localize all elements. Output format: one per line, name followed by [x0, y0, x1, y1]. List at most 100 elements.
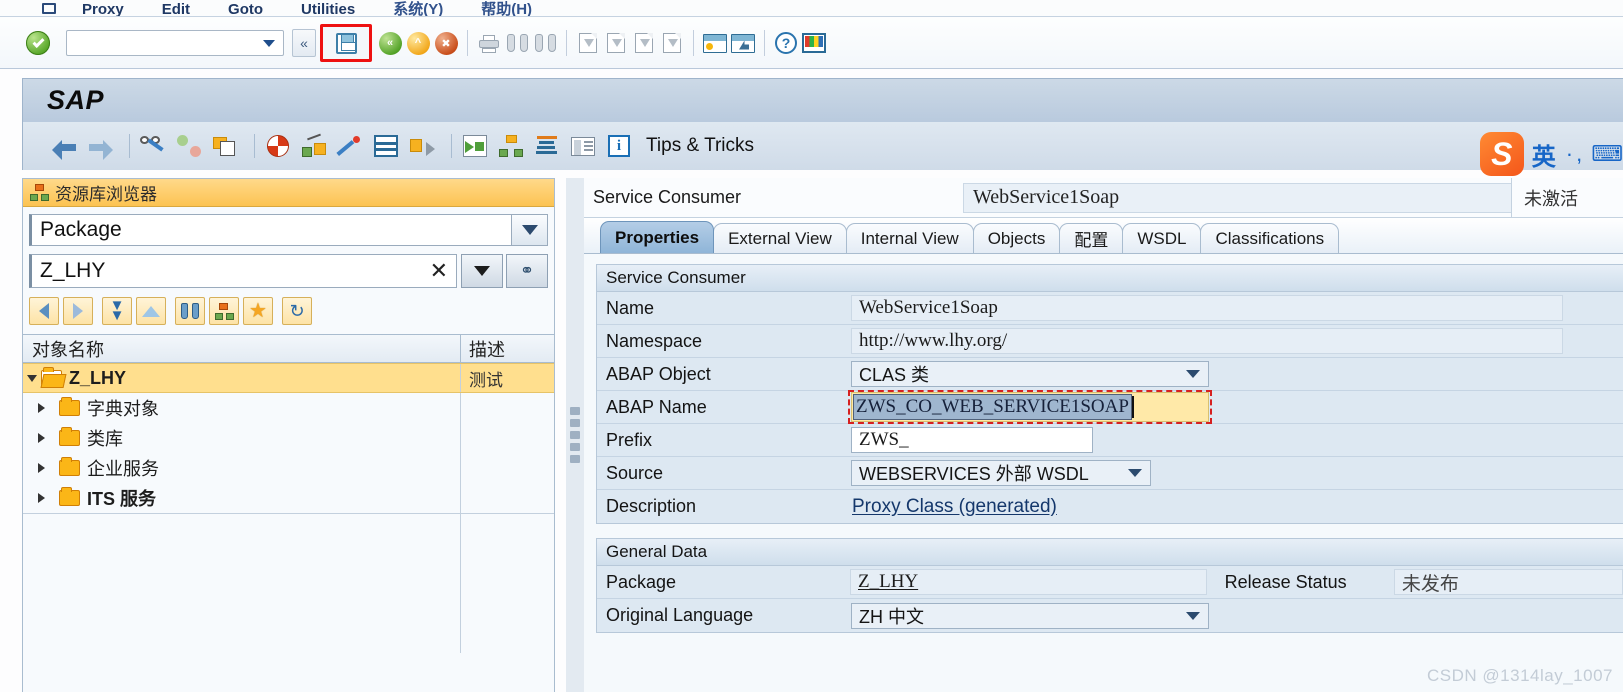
save-floppy-icon[interactable]	[335, 32, 357, 54]
tree-expander-icon[interactable]	[23, 463, 59, 473]
tree-node-class-library[interactable]: 类库	[23, 423, 460, 453]
tab-wsdl[interactable]: WSDL	[1122, 223, 1202, 253]
chevron-down-icon[interactable]	[263, 39, 275, 47]
window-menu-icon[interactable]	[42, 3, 56, 14]
tab-objects[interactable]: Objects	[972, 223, 1061, 253]
package-field[interactable]: Z_LHY	[850, 569, 1207, 595]
collapse-all-button[interactable]	[136, 297, 166, 325]
last-page-button[interactable]	[659, 30, 685, 56]
table-row[interactable]: 字典对象	[23, 393, 554, 423]
tree-node-dictionary-objects[interactable]: 字典对象	[23, 393, 460, 423]
ime-punctuation-toggle[interactable]: ·,	[1566, 141, 1585, 167]
find-in-tree-button[interactable]	[175, 297, 205, 325]
description-field[interactable]: Proxy Class (generated)	[851, 496, 1563, 518]
tree-node-z-lhy[interactable]: Z_LHY	[23, 364, 460, 392]
list-view-button[interactable]	[568, 131, 598, 161]
menu-item-proxy[interactable]: Proxy	[82, 2, 124, 17]
previous-page-button[interactable]	[603, 30, 629, 56]
where-used-button[interactable]	[299, 131, 329, 161]
general-data-group: General Data Package Z_LHY Release Statu…	[596, 538, 1623, 633]
first-page-icon	[579, 33, 597, 53]
object-type-value[interactable]: Package	[29, 214, 512, 246]
abap-name-input[interactable]: ZWS_CO_WEB_SERVICE1SOAP	[848, 390, 1212, 424]
tips-and-tricks-label[interactable]: Tips & Tricks	[646, 135, 754, 157]
insert-object-button[interactable]	[460, 131, 490, 161]
service-consumer-header: Service Consumer WebService1Soap 未激活	[584, 178, 1623, 218]
back-button[interactable]: «	[377, 30, 403, 56]
sort-stack-button[interactable]	[532, 131, 562, 161]
exit-button[interactable]: ^	[405, 30, 431, 56]
original-language-value: ZH 中文	[859, 606, 924, 627]
package-search-help-button[interactable]: ⚭	[506, 254, 548, 288]
find-button[interactable]	[504, 30, 530, 56]
create-session-button[interactable]	[702, 30, 728, 56]
nav-forward-button[interactable]	[63, 297, 93, 325]
layout-button[interactable]	[801, 30, 827, 56]
cancel-button[interactable]: ✖	[433, 30, 459, 56]
tab-internal-view[interactable]: Internal View	[845, 223, 974, 253]
forward-arrow-button[interactable]	[85, 131, 115, 161]
expand-all-button[interactable]: ▼ ▼	[102, 297, 132, 325]
panel-splitter[interactable]	[566, 178, 584, 692]
sogou-logo-icon[interactable]: S	[1479, 132, 1524, 176]
tab-classifications[interactable]: Classifications	[1200, 223, 1340, 253]
copy-object-button[interactable]	[210, 131, 240, 161]
table-row[interactable]: 企业服务	[23, 453, 554, 483]
abap-object-select[interactable]: CLAS 类	[851, 361, 1209, 387]
table-row[interactable]: 类库	[23, 423, 554, 453]
tips-and-tricks-button[interactable]: i	[604, 131, 634, 161]
find-next-button[interactable]	[532, 30, 558, 56]
menu-item-utilities[interactable]: Utilities	[301, 2, 355, 17]
tab-configuration[interactable]: 配置	[1059, 223, 1124, 253]
other-object-button[interactable]	[174, 131, 204, 161]
create-shortcut-button[interactable]	[730, 30, 756, 56]
original-language-select[interactable]: ZH 中文	[851, 602, 1209, 629]
menu-item-goto[interactable]: Goto	[228, 2, 263, 17]
source-select[interactable]: WEBSERVICES 外部 WSDL	[851, 460, 1151, 486]
package-history-dropdown-button[interactable]	[461, 254, 503, 288]
object-hierarchy-button[interactable]	[496, 131, 526, 161]
tree-expander-icon[interactable]	[23, 403, 59, 413]
table-row[interactable]: ITS 服务	[23, 483, 554, 513]
print-button[interactable]	[476, 30, 502, 56]
sogou-ime-bar[interactable]: S 英 ·, ⌨	[1479, 132, 1623, 176]
collapse-toolbar-button[interactable]: «	[292, 29, 316, 57]
check-circle-icon[interactable]	[26, 31, 50, 55]
package-search-input[interactable]: Z_LHY ✕	[29, 254, 457, 288]
tree-expander-icon[interactable]	[23, 493, 59, 503]
object-type-select[interactable]: Package	[29, 214, 548, 246]
test-button[interactable]	[371, 131, 401, 161]
tree-expander-icon[interactable]	[23, 374, 41, 382]
first-page-button[interactable]	[575, 30, 601, 56]
nav-back-button[interactable]	[29, 297, 59, 325]
prefix-input[interactable]: ZWS_	[851, 427, 1093, 453]
back-arrow-button[interactable]	[49, 131, 79, 161]
clear-icon[interactable]: ✕	[430, 258, 448, 284]
menu-item-help[interactable]: 帮助(H)	[481, 2, 532, 17]
tree-expander-icon[interactable]	[23, 433, 59, 443]
generate-button[interactable]	[335, 131, 365, 161]
display-change-button[interactable]	[138, 131, 168, 161]
menu-item-system[interactable]: 系统(Y)	[393, 2, 443, 17]
tree-node-enterprise-services[interactable]: 企业服务	[23, 453, 460, 483]
tab-bar: Properties External View Internal View O…	[584, 218, 1623, 254]
object-type-dropdown-button[interactable]	[512, 214, 548, 246]
tree-empty-area	[23, 513, 554, 653]
help-button[interactable]: ?	[773, 30, 799, 56]
favorites-button[interactable]: ★	[243, 297, 273, 325]
command-field-input[interactable]	[66, 30, 284, 56]
application-toolbar: i Tips & Tricks	[22, 122, 1623, 170]
tree-node-label: 企业服务	[87, 459, 159, 479]
ime-keyboard-icon[interactable]: ⌨	[1591, 141, 1623, 167]
object-list-button[interactable]	[209, 297, 239, 325]
tree-node-its-services[interactable]: ITS 服务	[23, 483, 460, 513]
tab-properties[interactable]: Properties	[600, 221, 715, 253]
ime-language-mode[interactable]: 英	[1532, 137, 1556, 172]
export-button[interactable]	[407, 131, 437, 161]
tab-external-view[interactable]: External View	[713, 223, 847, 253]
table-row[interactable]: Z_LHY 测试	[23, 363, 554, 393]
next-page-button[interactable]	[631, 30, 657, 56]
refresh-button[interactable]: ↻	[282, 297, 312, 325]
activate-button[interactable]	[263, 131, 293, 161]
menu-item-edit[interactable]: Edit	[162, 2, 190, 17]
